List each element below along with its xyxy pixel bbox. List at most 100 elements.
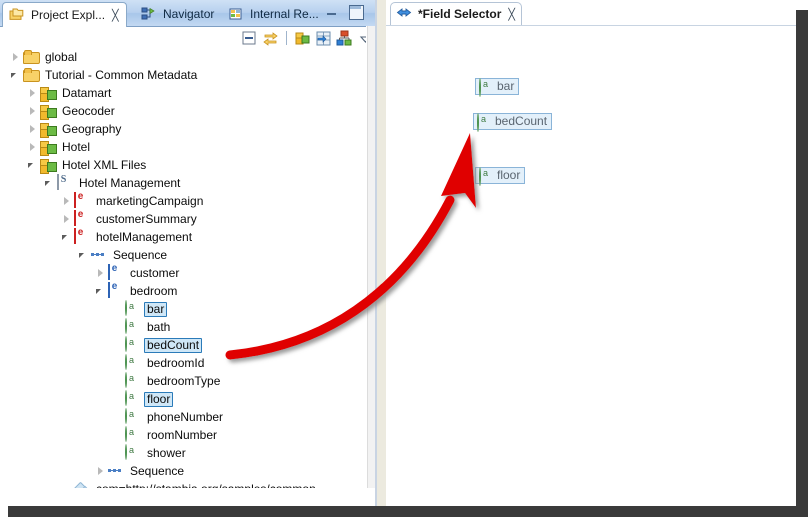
tab-field-selector[interactable]: *Field Selector ╳	[390, 2, 522, 25]
attribute-icon: a	[479, 166, 492, 186]
tree-item[interactable]: Geocoder	[0, 102, 366, 120]
tree-item[interactable]: e customerSummary	[0, 209, 366, 228]
canvas-field[interactable]: a bar	[475, 77, 520, 97]
metadata-icon	[40, 157, 57, 174]
tree-item[interactable]: a bedCount	[0, 336, 366, 354]
tree-item-label: bath	[147, 319, 171, 334]
hierarchy-icon[interactable]	[336, 30, 353, 47]
link-with-editor-icon[interactable]	[262, 30, 279, 47]
tab-navigator[interactable]: Navigator	[135, 2, 220, 26]
twisty-open-icon[interactable]	[78, 250, 89, 261]
view-sash-divider[interactable]	[375, 0, 386, 506]
workbench: Project Expl... ╳ Navigator Internal Re.…	[0, 0, 796, 506]
tab-internal-repository[interactable]: Internal Re...	[222, 2, 325, 26]
tree-item[interactable]: a floor	[0, 390, 366, 408]
tree-item[interactable]: Geography	[0, 120, 366, 138]
tree-item[interactable]: Sequence	[0, 462, 366, 480]
tree-item[interactable]: e customer	[0, 263, 366, 282]
tree-item-label: shower	[147, 445, 186, 460]
twisty-closed-icon[interactable]	[10, 52, 21, 63]
tab-project-explorer[interactable]: Project Expl... ╳	[2, 2, 127, 27]
tree-item-label: bedroom	[130, 283, 178, 298]
tree-item[interactable]: e bedroom	[0, 281, 366, 300]
attribute-icon: a	[477, 112, 490, 132]
element-icon: e	[74, 191, 90, 209]
twisty-open-icon[interactable]	[95, 286, 106, 297]
tree-item[interactable]: e marketingCampaign	[0, 191, 366, 210]
tree-vertical-scrollbar[interactable]	[366, 26, 375, 488]
metadata-icon[interactable]	[294, 30, 311, 47]
tree-item-label: bedroomType	[147, 373, 221, 388]
tree-item[interactable]: e hotelManagement	[0, 227, 366, 246]
tree-item-label: customer	[130, 265, 180, 280]
tab-label: Project Expl...	[31, 8, 106, 22]
import-table-icon[interactable]	[315, 30, 332, 47]
tree-item[interactable]: a bath	[0, 318, 366, 336]
twisty-open-icon[interactable]	[10, 70, 21, 81]
tree-item-label: Datamart	[62, 85, 112, 100]
tree-item-label: Tutorial - Common Metadata	[45, 67, 198, 82]
toolbar-separator	[286, 31, 287, 45]
maximize-view-button[interactable]	[349, 5, 364, 20]
element-icon: e	[74, 209, 90, 227]
tree-item[interactable]: a bedroomId	[0, 354, 366, 372]
attribute-icon: a	[125, 426, 141, 443]
close-icon[interactable]: ╳	[112, 9, 119, 22]
tree-item-label: Hotel	[62, 139, 91, 154]
attribute-icon: a	[125, 354, 141, 371]
tree-item[interactable]: Datamart	[0, 84, 366, 102]
tree-item-label: phoneNumber	[147, 409, 224, 424]
canvas-field[interactable]: a floor	[475, 166, 526, 186]
tree-item[interactable]: a shower	[0, 444, 366, 462]
namespace-icon	[74, 482, 90, 488]
tree-item-label: Sequence	[130, 463, 185, 478]
tree-item[interactable]: com=http://stambia.org/samples/common	[0, 480, 366, 489]
twisty-closed-icon[interactable]	[27, 88, 38, 99]
folder-icon	[23, 49, 40, 65]
tree-item[interactable]: global	[0, 48, 366, 66]
editor-tab-label: *Field Selector	[418, 7, 502, 21]
window-shadow-right	[796, 10, 808, 517]
folder-icon	[23, 67, 40, 83]
attribute-icon: a	[125, 444, 141, 461]
tree-item[interactable]: S Hotel Management	[0, 174, 366, 192]
twisty-closed-icon[interactable]	[27, 124, 38, 135]
twisty-closed-icon[interactable]	[61, 214, 72, 225]
attribute-icon: a	[125, 336, 141, 353]
tree-item[interactable]: Sequence	[0, 246, 366, 264]
twisty-closed-icon[interactable]	[27, 142, 38, 153]
canvas-field-label: bedCount	[495, 114, 548, 128]
tree-item[interactable]: a bar	[0, 300, 366, 318]
tree-item[interactable]: a roomNumber	[0, 426, 366, 444]
minimize-view-button[interactable]	[326, 6, 338, 18]
close-icon[interactable]: ╳	[508, 8, 515, 21]
twisty-closed-icon[interactable]	[95, 466, 106, 477]
twisty-open-icon[interactable]	[61, 232, 72, 243]
canvas-field-label: bar	[497, 79, 515, 93]
tree-item-label: bar	[144, 301, 168, 317]
attribute-icon: a	[125, 390, 141, 407]
tree-item-label: hotelManagement	[96, 229, 193, 244]
collapse-all-icon[interactable]	[241, 30, 258, 47]
tree-item[interactable]: Hotel	[0, 138, 366, 156]
canvas-field[interactable]: a bedCount	[473, 112, 553, 132]
twisty-closed-icon[interactable]	[95, 268, 106, 279]
tree-item[interactable]: Tutorial - Common Metadata	[0, 66, 366, 84]
tree-item[interactable]: a bedroomType	[0, 372, 366, 390]
twisty-closed-icon[interactable]	[61, 196, 72, 207]
attribute-icon: a	[125, 300, 141, 317]
field-selector-canvas[interactable]: a bar a bedCount a floor	[386, 26, 796, 506]
metadata-tree[interactable]: global Tutorial - Common Metadata Datamart…	[0, 48, 366, 488]
editor-tab-bar: *Field Selector ╳	[386, 0, 796, 26]
tree-item[interactable]: Hotel XML Files	[0, 156, 366, 174]
twisty-open-icon[interactable]	[27, 160, 38, 171]
tree-item-label: roomNumber	[147, 427, 218, 442]
attribute-icon: a	[125, 318, 141, 335]
view-toolbar	[241, 27, 374, 49]
twisty-closed-icon[interactable]	[27, 106, 38, 117]
screenshot-root: Project Expl... ╳ Navigator Internal Re.…	[0, 0, 808, 517]
tree-item-label: floor	[144, 391, 174, 407]
tree-item[interactable]: a phoneNumber	[0, 408, 366, 426]
twisty-open-icon[interactable]	[44, 178, 55, 189]
metadata-icon	[40, 85, 57, 102]
